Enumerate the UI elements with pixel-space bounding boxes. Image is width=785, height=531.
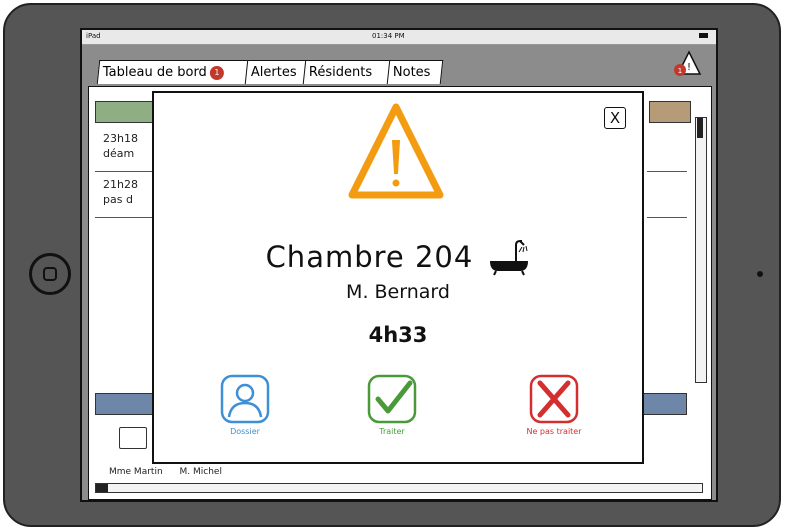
svg-text:!: ! [687, 62, 691, 73]
vertical-scrollbar[interactable] [695, 117, 707, 383]
list-item-time: 21h28 [103, 178, 138, 191]
alert-duration: 4h33 [368, 323, 428, 347]
tab-label: Alertes [250, 65, 297, 80]
tab-residents[interactable]: Résidents [302, 60, 392, 84]
list-item[interactable]: 21h28 pas d [103, 177, 138, 207]
scroll-thumb[interactable] [96, 484, 108, 492]
bathtub-icon [490, 240, 529, 276]
section-header-bar [649, 101, 691, 123]
home-button[interactable] [29, 253, 71, 295]
alert-badge: 1 [678, 67, 682, 75]
cross-icon [529, 374, 579, 424]
user-profile-icon [220, 374, 270, 424]
alert-modal: X Chambre 204 M. Bernard 4h33 Dossier Tr… [152, 91, 644, 464]
home-button-icon [43, 267, 57, 281]
alert-warning-icon[interactable]: ! 1 [672, 50, 702, 78]
warning-icon [348, 103, 444, 199]
camera-dot [757, 271, 763, 277]
device-label: iPad [86, 32, 101, 40]
status-bar: iPad 01:34 PM [82, 30, 716, 45]
tab-alertes[interactable]: Alertes [244, 60, 308, 84]
tab-label: Résidents [308, 65, 373, 80]
divider [647, 171, 687, 172]
ne-pas-traiter-button[interactable]: Ne pas traiter [504, 373, 604, 436]
horizontal-scrollbar[interactable] [95, 483, 703, 493]
room-row: Chambre 204 [154, 237, 642, 277]
tab-badge: 1 [209, 65, 224, 80]
battery-icon [699, 33, 708, 38]
tab-label: Notes [392, 65, 431, 80]
list-item-time: 23h18 [103, 132, 138, 145]
resident-name[interactable]: Mme Martin [109, 467, 163, 477]
divider [647, 217, 687, 218]
check-icon [367, 374, 417, 424]
list-item-text: pas d [103, 193, 133, 206]
list-item[interactable]: 23h18 déam [103, 131, 138, 161]
dossier-label: Dossier [230, 427, 260, 436]
close-button[interactable]: X [604, 107, 626, 129]
tab-label: Tableau de bord [102, 65, 207, 80]
tab-notes[interactable]: Notes [386, 60, 444, 84]
room-title: Chambre 204 [265, 240, 474, 274]
tab-tableau-de-bord[interactable]: Tableau de bord 1 [96, 60, 250, 84]
ne-pas-traiter-label: Ne pas traiter [526, 427, 582, 436]
list-item-text: déam [103, 147, 135, 160]
resident-name[interactable]: M. Michel [180, 467, 222, 477]
traiter-button[interactable]: Traiter [342, 373, 442, 436]
resident-names: Mme Martin M. Michel [109, 467, 236, 477]
resident-name: M. Bernard [346, 281, 450, 303]
scroll-thumb[interactable] [697, 118, 703, 138]
folder-icon [119, 427, 147, 449]
status-time: 01:34 PM [372, 32, 405, 40]
dossier-button[interactable]: Dossier [195, 373, 295, 436]
traiter-label: Traiter [379, 427, 405, 436]
